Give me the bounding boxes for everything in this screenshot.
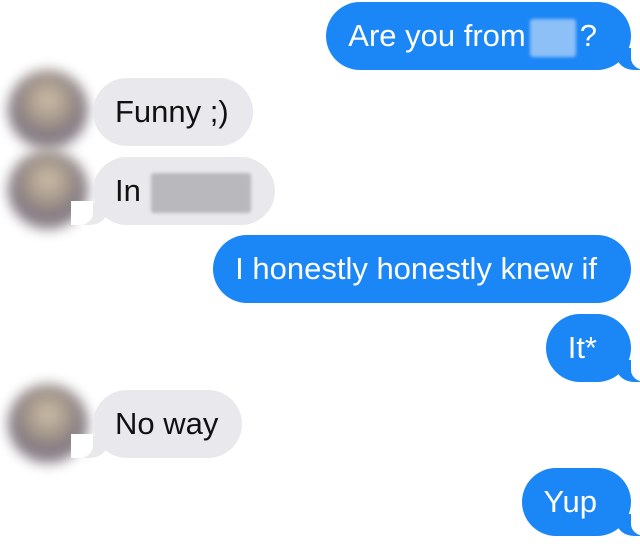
message-thread: Are you from? Funny ;) In I honestly hon… [0, 0, 640, 549]
redacted-text [529, 18, 576, 57]
message-text: In [115, 173, 141, 208]
contact-avatar[interactable] [8, 70, 88, 150]
message-received[interactable]: No way [70, 390, 243, 458]
message-text: Are you from [348, 18, 526, 53]
message-text: Yup [543, 484, 597, 519]
message-text: I honestly honestly knew if [235, 251, 597, 286]
redacted-text [151, 172, 252, 213]
message-text-suffix: ? [579, 18, 597, 53]
message-text: It* [567, 330, 597, 365]
message-sent[interactable]: It* [545, 314, 640, 382]
message-sent[interactable]: Yup [521, 468, 640, 536]
message-text: No way [115, 406, 219, 441]
message-received[interactable]: Funny ;) [93, 78, 253, 146]
message-received[interactable]: In [70, 157, 276, 225]
message-sent[interactable]: I honestly honestly knew if [213, 235, 631, 303]
message-text: Funny ;) [115, 94, 229, 129]
message-sent[interactable]: Are you from? [326, 2, 640, 70]
